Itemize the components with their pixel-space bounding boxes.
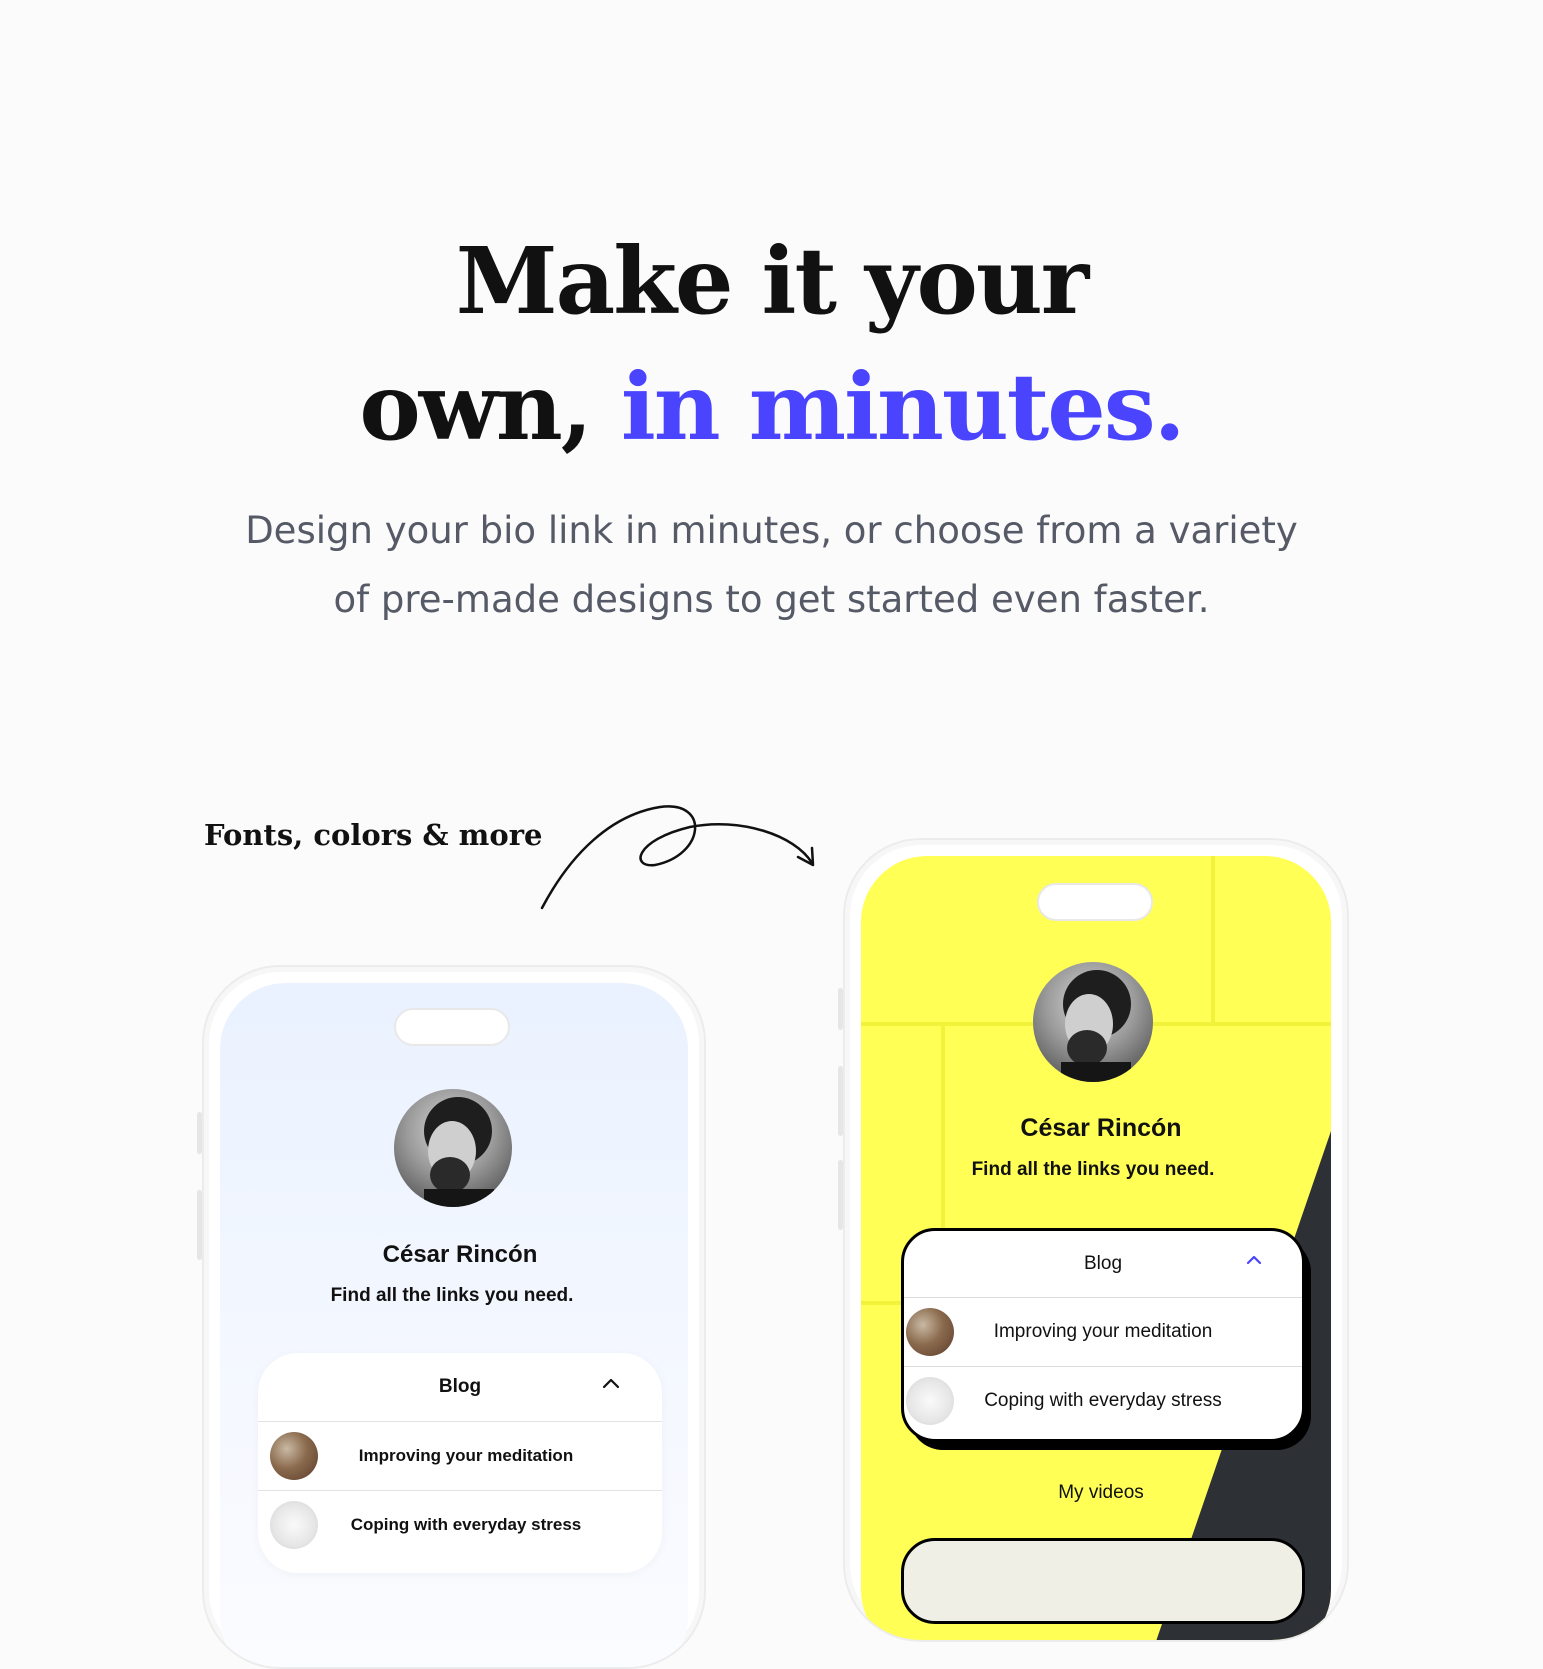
- stress-thumbnail: [270, 1501, 318, 1549]
- videos-section-title[interactable]: My videos: [861, 1482, 1331, 1504]
- profile-tagline: Find all the links you need.: [971, 1159, 1215, 1180]
- curly-arrow-icon: [540, 805, 815, 910]
- blog-link-label: Improving your meditation: [358, 1446, 574, 1465]
- hero-title-line1: Make it your: [455, 227, 1089, 335]
- avatar: [394, 1089, 512, 1207]
- avatar: [1033, 962, 1153, 1082]
- phone-preview-light: César Rincón Find all the links you need…: [202, 965, 706, 1669]
- blog-link-item[interactable]: Coping with everyday stress: [258, 1491, 662, 1559]
- meditation-thumbnail: [270, 1432, 318, 1480]
- blog-link-label: Coping with everyday stress: [984, 1390, 1222, 1411]
- hero-title-accent: in minutes.: [620, 353, 1186, 461]
- phone2-screen: César Rincón Find all the links you need…: [861, 856, 1331, 1640]
- blog-link-item[interactable]: Improving your meditation: [258, 1422, 662, 1491]
- blog-card-title: Blog: [1083, 1253, 1123, 1274]
- video-card[interactable]: [901, 1538, 1305, 1624]
- hero-title-line2: own,: [359, 353, 621, 461]
- blog-card-header[interactable]: Blog: [258, 1353, 662, 1422]
- stress-thumbnail: [906, 1377, 954, 1425]
- blog-link-item[interactable]: Improving your meditation: [904, 1298, 1302, 1367]
- blog-link-label: Coping with everyday stress: [350, 1515, 582, 1534]
- profile-name: César Rincón: [1020, 1114, 1182, 1142]
- avatar-portrait-icon: [424, 1097, 494, 1207]
- meditation-thumbnail: [906, 1308, 954, 1356]
- blog-card-title: Blog: [438, 1376, 482, 1397]
- blog-card-header[interactable]: Blog: [904, 1231, 1302, 1298]
- chevron-up-icon[interactable]: [1246, 1255, 1262, 1265]
- blog-card: Blog Improving your meditation Coping wi…: [901, 1228, 1305, 1442]
- profile-name: César Rincón: [382, 1241, 538, 1268]
- chevron-up-icon[interactable]: [602, 1377, 620, 1389]
- hero-subtitle: Design your bio link in minutes, or choo…: [245, 509, 1298, 621]
- blog-card: Blog Improving your meditation Coping wi…: [258, 1353, 662, 1573]
- profile-tagline: Find all the links you need.: [330, 1285, 574, 1306]
- callout-label: Fonts, colors & more: [204, 818, 543, 852]
- hero-title: Make it your own, in minutes.: [0, 218, 1543, 470]
- phone2-dynamic-island: [1037, 883, 1153, 921]
- blog-link-item[interactable]: Coping with everyday stress: [904, 1367, 1302, 1435]
- phone1-dynamic-island: [394, 1008, 510, 1046]
- phone1-screen: César Rincón Find all the links you need…: [220, 983, 688, 1667]
- blog-link-label: Improving your meditation: [993, 1321, 1213, 1342]
- phone-preview-yellow: César Rincón Find all the links you need…: [843, 838, 1349, 1642]
- avatar-portrait-icon: [1061, 970, 1131, 1082]
